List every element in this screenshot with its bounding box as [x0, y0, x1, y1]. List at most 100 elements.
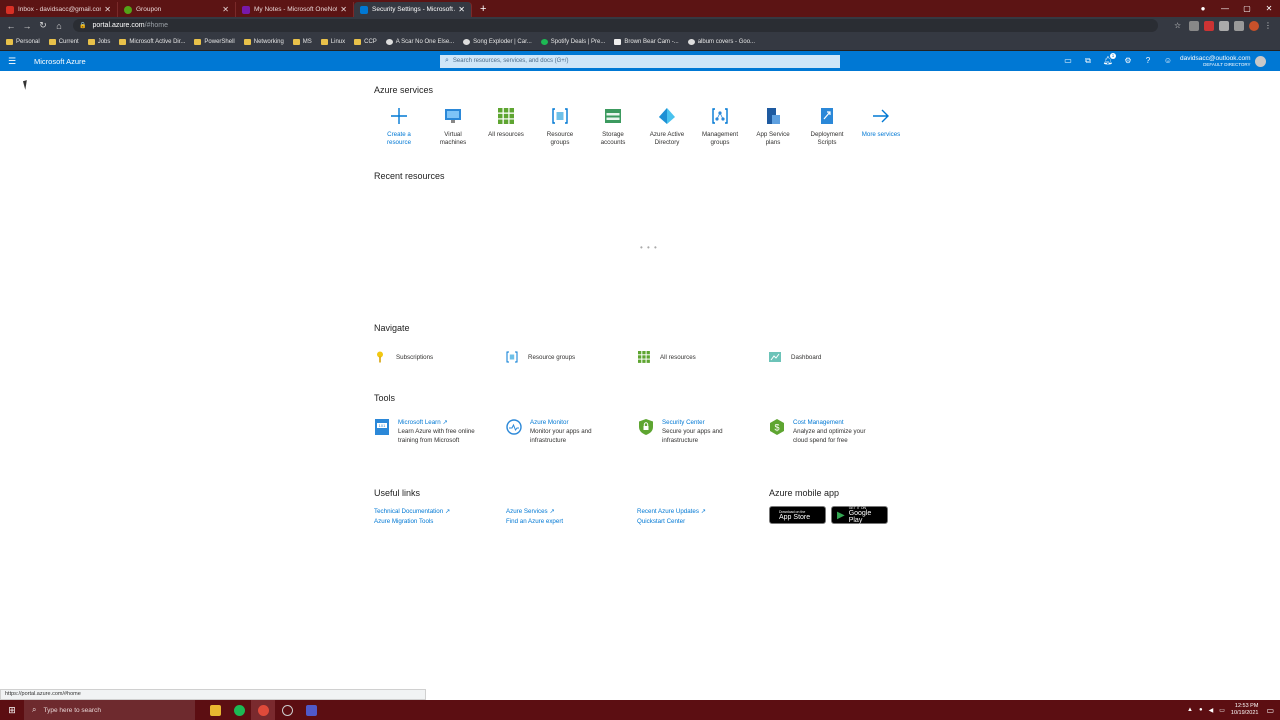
service-storage-accounts[interactable]: Storage accounts	[586, 107, 640, 147]
close-icon[interactable]: ✕	[340, 5, 347, 14]
clock[interactable]: 12:53 PM 10/19/2021	[1231, 703, 1259, 717]
app-icon[interactable]	[275, 700, 299, 720]
settings-gear-icon[interactable]: ⚙	[1118, 56, 1138, 66]
app-store-button[interactable]: Download on the App Store	[769, 506, 826, 524]
account-menu[interactable]: davidsacc@outlook.com DEFAULT DIRECTORY	[1180, 55, 1251, 67]
puzzle-icon[interactable]	[1219, 20, 1229, 31]
profile-icon[interactable]: ●	[1192, 4, 1214, 13]
chrome-icon[interactable]	[251, 700, 275, 720]
menu-icon[interactable]: ⋮	[1264, 21, 1272, 31]
azure-services-heading: Azure services	[374, 85, 434, 95]
close-icon[interactable]: ✕	[104, 5, 111, 14]
search-icon: ⌕	[32, 705, 37, 714]
avatar-icon[interactable]	[1249, 20, 1259, 31]
avatar[interactable]	[1254, 55, 1266, 67]
bookmark-item[interactable]: PowerShell	[194, 39, 235, 45]
cloud-shell-icon[interactable]: ▭	[1058, 56, 1078, 66]
windows-start-icon[interactable]: ⊞	[0, 705, 24, 716]
service-all-resources[interactable]: All resources	[479, 107, 533, 139]
bookmark-item[interactable]: Linux	[320, 39, 345, 45]
forward-icon[interactable]: →	[19, 21, 35, 31]
notification-center-icon[interactable]: ▭	[1266, 706, 1274, 715]
address-bar[interactable]: 🔒 portal.azure.com/#home	[73, 19, 1158, 32]
global-search-input[interactable]: ⌕ Search resources, services, and docs (…	[440, 54, 840, 68]
tool-security-center[interactable]: Security Center Secure your apps and inf…	[638, 418, 766, 445]
teams-icon[interactable]	[299, 700, 323, 720]
new-tab-button[interactable]: +	[480, 2, 486, 17]
directory-filter-icon[interactable]: ⧉	[1078, 56, 1098, 66]
close-window-icon[interactable]: ✕	[1258, 4, 1280, 13]
bookmark-item[interactable]: album covers - Goo...	[687, 39, 755, 45]
bookmark-item[interactable]: Microsoft Active Dir...	[119, 39, 185, 45]
hamburger-menu-icon[interactable]: ☰	[0, 56, 24, 67]
bookmark-item[interactable]: Song Exploder | Car...	[463, 39, 532, 45]
extension-icon[interactable]	[1189, 20, 1199, 31]
header-icons: ▭ ⧉ 🔔︎ 1 ⚙ ? ☺	[1058, 53, 1178, 66]
azure-brand[interactable]: Microsoft Azure	[34, 57, 440, 66]
network-icon[interactable]: ▭	[1219, 707, 1225, 714]
link-azure-migration-tools[interactable]: Azure Migration Tools	[374, 517, 433, 527]
reading-list-icon[interactable]	[1234, 20, 1244, 31]
azure-icon	[360, 5, 368, 14]
link-technical-documentation[interactable]: Technical Documentation ↗	[374, 507, 450, 517]
bookmark-item[interactable]: Jobs	[87, 39, 110, 45]
volume-icon[interactable]: ◀	[1209, 707, 1214, 714]
bookmark-item[interactable]: MS	[292, 39, 312, 45]
folder-icon	[119, 39, 127, 45]
google-play-button[interactable]: ▶ GET IT ON Google Play	[831, 506, 888, 524]
service-create-resource[interactable]: Create a resource	[372, 107, 426, 147]
tool-microsoft-learn[interactable]: 101 Microsoft Learn ↗ Learn Azure with f…	[374, 418, 502, 445]
service-app-service-plans[interactable]: App Service plans	[746, 107, 800, 147]
link-quickstart-center[interactable]: Quickstart Center	[637, 517, 685, 527]
tool-cost-management[interactable]: $ Cost Management Analyze and optimize y…	[769, 418, 897, 445]
service-management-groups[interactable]: Management groups	[693, 107, 747, 147]
windows-taskbar: ⊞ ⌕ Type here to search ▲ ● ◀ ▭ 12:53 PM…	[0, 700, 1280, 720]
bookmark-item[interactable]: A Scar No One Else...	[385, 39, 454, 45]
microphone-icon[interactable]: ●	[1199, 707, 1203, 713]
back-icon[interactable]: ←	[3, 21, 19, 31]
file-explorer-icon[interactable]	[203, 700, 227, 720]
browser-tab-gmail[interactable]: Inbox - davidsacc@gmail.com - ... ✕	[0, 2, 118, 17]
navigate-all-resources[interactable]: All resources	[638, 351, 696, 363]
service-resource-groups[interactable]: Resource groups	[533, 107, 587, 147]
svg-text:101: 101	[379, 423, 386, 428]
star-icon[interactable]: ☆	[1174, 21, 1184, 31]
bookmark-item[interactable]: CCP	[354, 39, 377, 45]
link-find-azure-expert[interactable]: Find an Azure expert	[506, 517, 563, 527]
service-virtual-machines[interactable]: Virtual machines	[426, 107, 480, 147]
bookmark-item[interactable]: Personal	[6, 39, 40, 45]
chevron-up-icon[interactable]: ▲	[1187, 707, 1193, 713]
search-icon: ⌕	[445, 57, 449, 64]
service-deployment-scripts[interactable]: Deployment Scripts	[800, 107, 854, 147]
service-more-services[interactable]: More services	[854, 107, 908, 139]
bookmark-item[interactable]: Current	[48, 39, 79, 45]
reload-icon[interactable]: ↻	[35, 20, 51, 31]
help-icon[interactable]: ?	[1138, 56, 1158, 66]
browser-tab-azure[interactable]: Security Settings - Microsoft Az... ✕	[354, 2, 472, 17]
bookmark-item[interactable]: Networking	[243, 39, 284, 45]
bookmark-item[interactable]: Spotify Deals | Pre...	[540, 39, 605, 45]
link-recent-azure-updates[interactable]: Recent Azure Updates ↗	[637, 507, 706, 517]
service-azure-active-directory[interactable]: Azure Active Directory	[640, 107, 694, 147]
folder-icon	[194, 39, 202, 45]
navigate-resource-groups[interactable]: Resource groups	[506, 351, 575, 363]
minimize-icon[interactable]: —	[1214, 4, 1236, 13]
tool-azure-monitor[interactable]: Azure Monitor Monitor your apps and infr…	[506, 418, 634, 445]
link-azure-services[interactable]: Azure Services ↗	[506, 507, 555, 517]
taskbar-search-input[interactable]: ⌕ Type here to search	[24, 700, 195, 720]
browser-tab-onenote[interactable]: My Notes - Microsoft OneNote ... ✕	[236, 2, 354, 17]
svg-text:$: $	[774, 423, 779, 433]
browser-tab-groupon[interactable]: Groupon ✕	[118, 2, 236, 17]
maximize-icon[interactable]: ▢	[1236, 4, 1258, 13]
close-icon[interactable]: ✕	[458, 5, 465, 14]
notifications-bell-icon[interactable]: 🔔︎ 1	[1098, 53, 1118, 66]
feedback-icon[interactable]: ☺	[1158, 56, 1178, 66]
home-icon[interactable]: ⌂	[51, 21, 67, 31]
folder-icon	[292, 39, 300, 45]
bookmark-item[interactable]: Brown Bear Cam -...	[614, 39, 679, 45]
close-icon[interactable]: ✕	[222, 5, 229, 14]
navigate-subscriptions[interactable]: Subscriptions	[374, 351, 433, 363]
extension-icon[interactable]	[1204, 20, 1214, 31]
navigate-dashboard[interactable]: Dashboard	[769, 351, 821, 363]
spotify-icon[interactable]	[227, 700, 251, 720]
